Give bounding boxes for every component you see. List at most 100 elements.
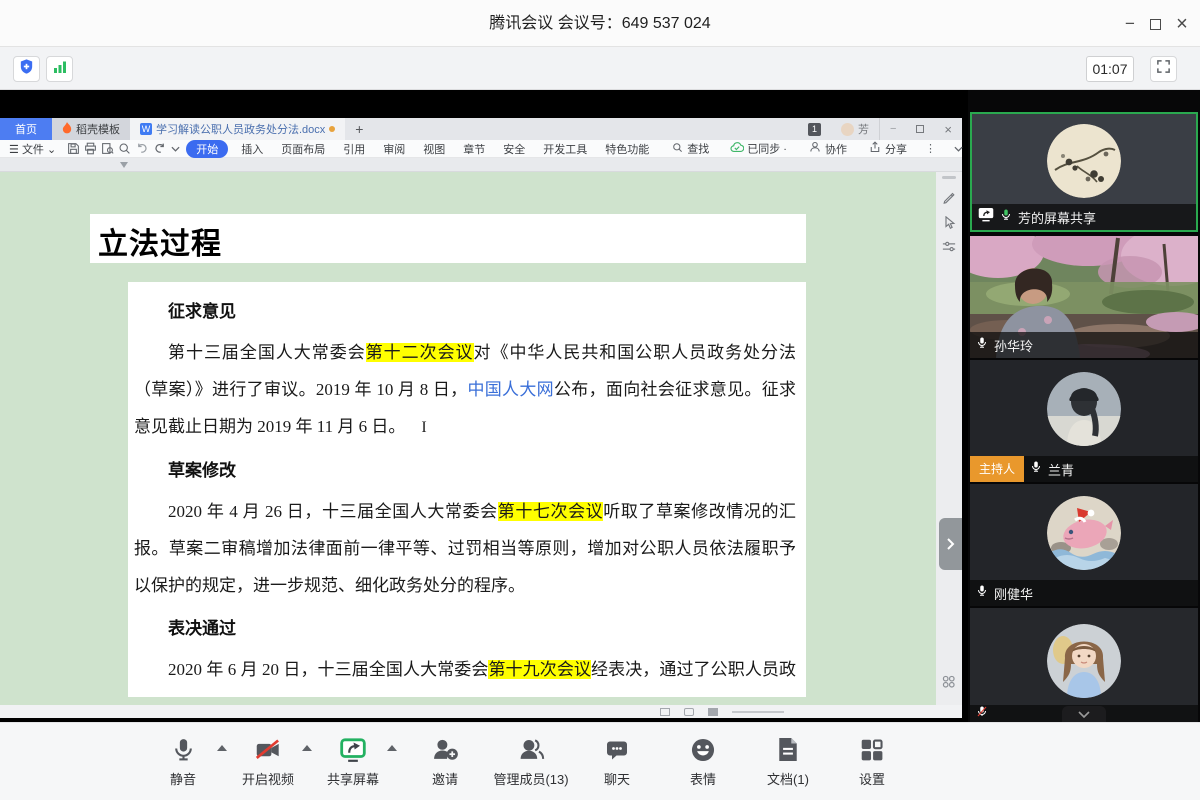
scrollbar-top-thumb[interactable] — [942, 176, 956, 179]
print-preview-icon[interactable] — [101, 142, 114, 156]
highlighted-text: 第十二次会议 — [366, 343, 474, 362]
participant-name-bar: 孙华玲 — [970, 332, 1198, 358]
menu-more[interactable]: ⋮ — [916, 142, 945, 155]
security-shield-button[interactable] — [13, 56, 40, 82]
network-quality-button[interactable] — [46, 56, 73, 82]
chat-button[interactable]: 聊天 — [572, 733, 662, 788]
participant-tile-host[interactable]: 主持人 兰青 — [970, 360, 1198, 482]
participant-name: 兰青 — [1048, 460, 1074, 479]
text-cursor: I — [421, 419, 426, 436]
wps-window: 首页 稻壳模板 W 学习解读公职人员政务处分法.docx + 1 芳 − × — [0, 118, 962, 718]
redo-icon[interactable] — [153, 142, 167, 156]
save-icon[interactable] — [67, 142, 80, 156]
page-view-icon[interactable] — [660, 708, 670, 716]
menu-tab-page-layout[interactable]: 页面布局 — [272, 141, 334, 157]
shared-screen-region: 首页 稻壳模板 W 学习解读公职人员政务处分法.docx + 1 芳 − × — [0, 90, 968, 722]
panel-expand-handle[interactable] — [939, 518, 962, 570]
menu-tab-insert[interactable]: 插入 — [232, 141, 272, 157]
camera-off-icon — [223, 733, 313, 763]
chat-icon — [572, 733, 662, 763]
undo-icon[interactable] — [135, 142, 149, 156]
mute-button[interactable]: 静音 — [138, 733, 228, 788]
web-view-icon[interactable] — [684, 708, 694, 716]
print-icon[interactable] — [84, 142, 97, 156]
text-run: 2020 年 6 月 20 日，十三届全国人大常委会 — [168, 660, 488, 679]
menu-tab-special-features[interactable]: 特色功能 — [596, 141, 658, 157]
annotate-pen-icon[interactable] — [942, 190, 956, 209]
document-title-text: 立法过程 — [90, 214, 806, 263]
highlighted-text: 第十七次会议 — [498, 502, 603, 521]
hyperlink-text[interactable]: 中国人大网 — [467, 380, 554, 399]
menu-collaborate[interactable]: 协作 — [796, 140, 856, 157]
wps-restore-button[interactable] — [906, 118, 934, 140]
window-minimize-button[interactable]: − — [1120, 14, 1140, 34]
flame-icon — [62, 122, 72, 137]
menu-tab-view[interactable]: 视图 — [414, 141, 454, 157]
microphone-active-icon — [1000, 207, 1012, 227]
wps-hamburger-menu[interactable]: ☰ 文件 ⌄ — [0, 141, 65, 157]
docs-button[interactable]: 文档(1) — [743, 733, 833, 788]
participant-name-bar: 刚健华 — [970, 580, 1198, 606]
select-cursor-icon[interactable] — [943, 216, 956, 235]
wps-tab-templates[interactable]: 稻壳模板 — [52, 118, 130, 140]
user-avatar-icon — [841, 123, 854, 136]
ruler-indent-marker[interactable] — [120, 162, 128, 168]
emoji-button[interactable]: 表情 — [658, 733, 748, 788]
find-replace-icon[interactable] — [118, 142, 131, 156]
fullscreen-button[interactable] — [1150, 56, 1177, 82]
section-paragraph: 2020 年 4 月 26 日，十三届全国人大常委会第十七次会议听取了草案修改情… — [134, 493, 796, 604]
settings-button[interactable]: 设置 — [827, 733, 917, 788]
avatar — [1047, 124, 1121, 198]
menu-find[interactable]: 查找 — [658, 140, 718, 157]
manage-members-button[interactable]: 管理成员(13) — [486, 733, 576, 788]
share-options-caret[interactable] — [387, 745, 397, 751]
screen-share-mini-icon — [978, 207, 994, 227]
grid-view-icon[interactable] — [941, 674, 956, 694]
invite-button[interactable]: 邀请 — [400, 733, 490, 788]
tune-settings-icon[interactable] — [942, 240, 956, 258]
window-title: 腾讯会议 会议号：649 537 024 — [0, 0, 1200, 47]
microphone-icon — [138, 733, 228, 763]
menu-tab-references[interactable]: 引用 — [334, 141, 374, 157]
menu-share[interactable]: 分享 — [856, 140, 916, 157]
wps-tab-home[interactable]: 首页 — [0, 118, 52, 140]
menu-synced[interactable]: 已同步 · — [718, 140, 796, 157]
participant-tile[interactable]: 刚健华 — [970, 484, 1198, 606]
wps-tab-document[interactable]: W 学习解读公职人员政务处分法.docx — [130, 118, 345, 140]
zoom-slider[interactable] — [732, 711, 784, 713]
menu-tab-section[interactable]: 章节 — [454, 141, 494, 157]
more-tools-chevron-icon[interactable] — [171, 142, 180, 156]
members-icon — [486, 733, 576, 763]
document-ruler — [0, 158, 962, 172]
microphone-icon — [976, 583, 988, 603]
menu-tab-review[interactable]: 审阅 — [374, 141, 414, 157]
share-screen-button[interactable]: 共享屏幕 — [308, 733, 398, 788]
menu-tab-dev-tools[interactable]: 开发工具 — [534, 141, 596, 157]
participant-tile[interactable] — [970, 608, 1198, 722]
participant-name-bar: 主持人 兰青 — [970, 456, 1198, 482]
shield-plus-icon — [18, 58, 35, 80]
start-video-button[interactable]: 开启视频 — [223, 733, 313, 788]
outline-view-icon[interactable] — [708, 708, 718, 716]
screen-share-icon — [308, 733, 398, 763]
menu-tab-security[interactable]: 安全 — [494, 141, 534, 157]
wps-window-count-badge[interactable]: 1 — [798, 118, 831, 140]
wps-side-toolbar — [936, 172, 962, 705]
participant-name: 孙华玲 — [994, 336, 1033, 355]
wps-new-tab-button[interactable]: + — [345, 118, 373, 140]
signal-bars-icon — [52, 59, 68, 80]
window-close-button[interactable]: × — [1172, 14, 1192, 34]
menu-tab-start[interactable]: 开始 — [186, 140, 228, 158]
wps-minimize-button[interactable]: − — [879, 118, 906, 140]
fullscreen-icon — [1156, 59, 1171, 79]
avatar — [1047, 372, 1121, 446]
window-restore-button[interactable] — [1150, 19, 1161, 30]
participant-tile-sharer[interactable]: 芳的屏幕共享 — [970, 112, 1198, 232]
wps-close-button[interactable]: × — [934, 118, 962, 140]
search-icon — [669, 140, 685, 154]
panel-collapse-chevron[interactable] — [1062, 706, 1106, 722]
host-badge: 主持人 — [970, 456, 1024, 482]
wps-user-avatar[interactable]: 芳 — [831, 118, 879, 140]
text-run: 2020 年 4 月 26 日，十三届全国人大常委会 — [168, 502, 498, 521]
participant-tile-video[interactable]: 孙华玲 — [970, 236, 1198, 358]
